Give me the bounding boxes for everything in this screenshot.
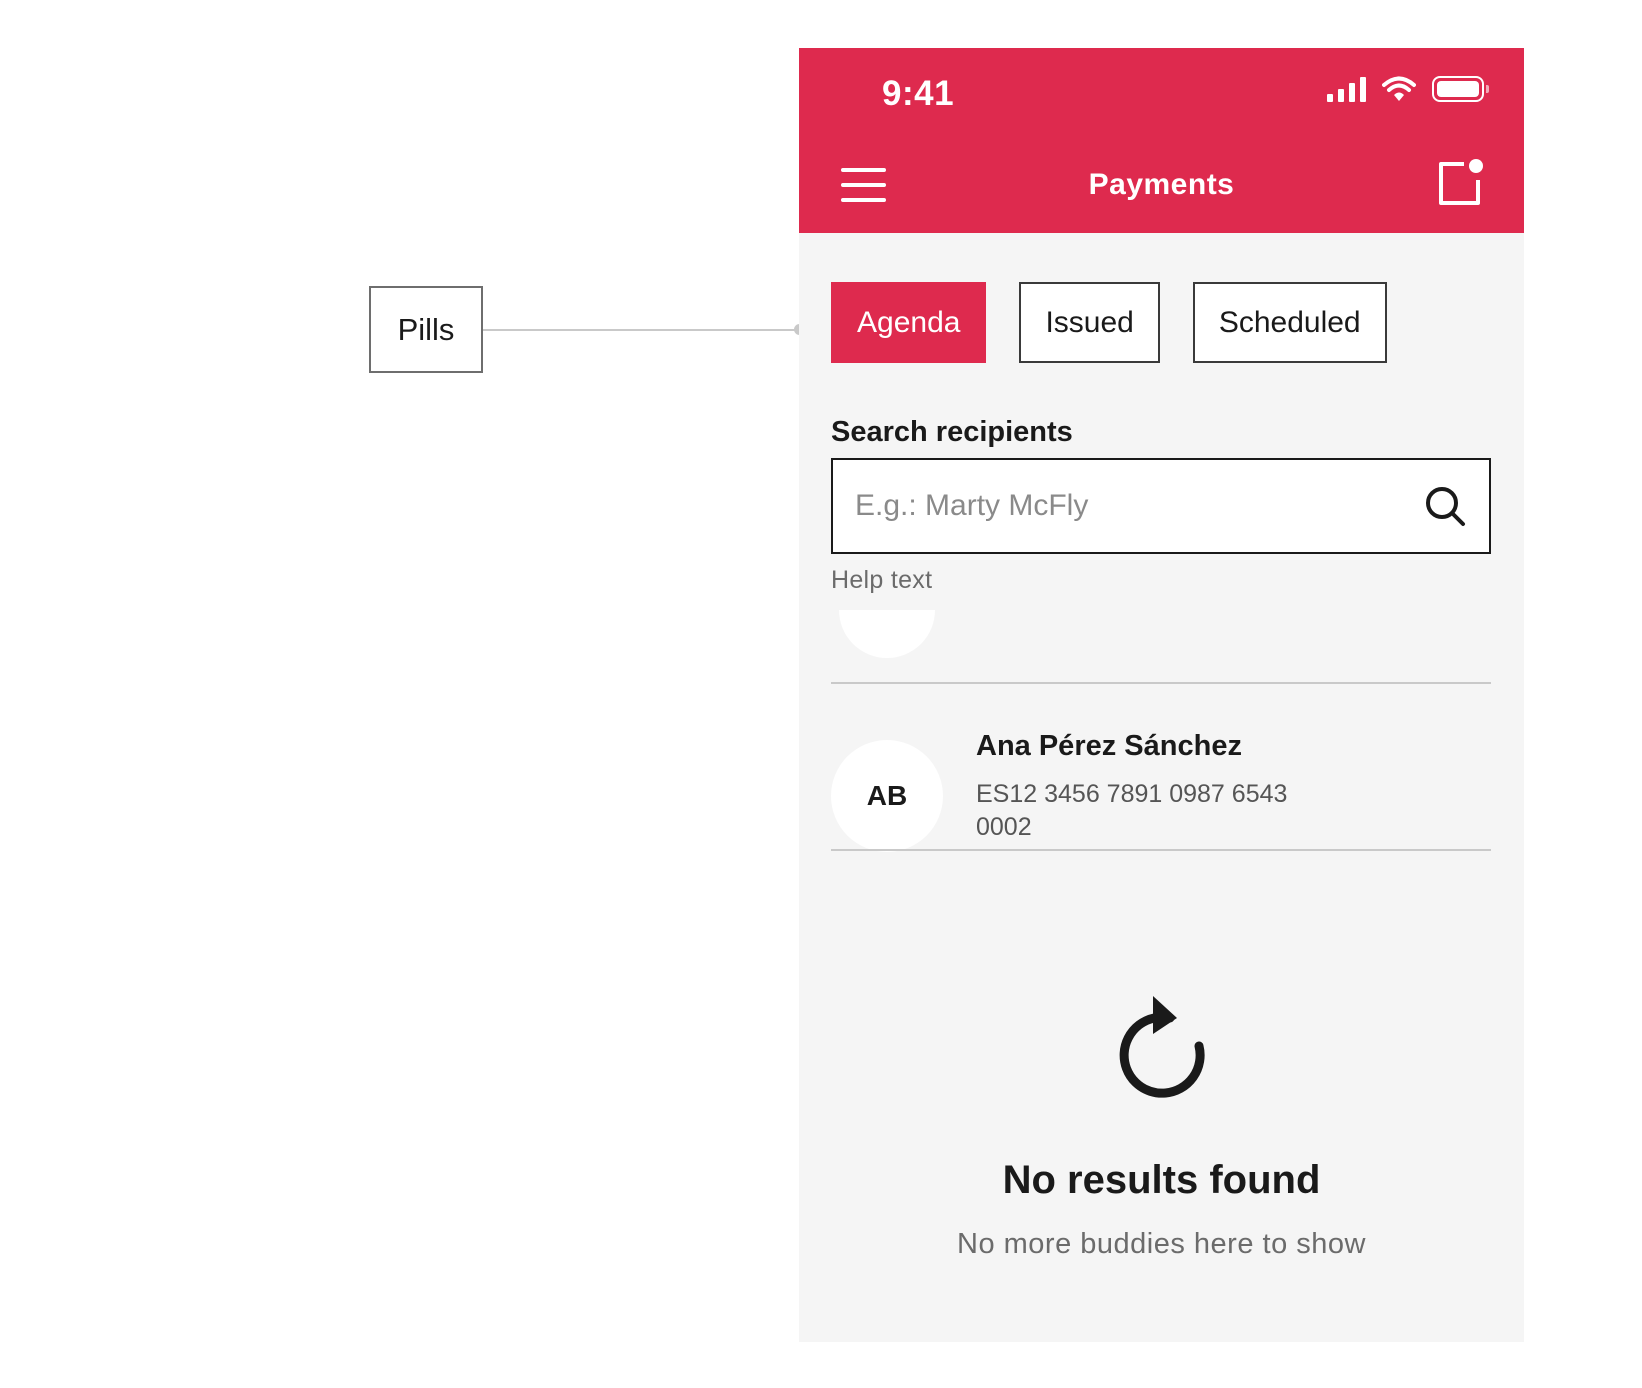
pill-scheduled[interactable]: Scheduled (1192, 282, 1387, 363)
status-icons (1327, 76, 1489, 102)
search-icon[interactable] (1423, 484, 1467, 528)
annotation-label: Pills (397, 311, 455, 347)
empty-state-title: No results found (1002, 1158, 1321, 1202)
search-field (831, 458, 1491, 554)
pill-group: Agenda Issued Scheduled (831, 282, 1387, 363)
notification-icon[interactable] (1436, 158, 1484, 208)
search-help-text: Help text (831, 566, 933, 594)
phone-screen: 9:41 Payments Agenda Issued Scheduled Se… (799, 48, 1524, 1342)
clipped-avatar (839, 610, 935, 658)
pill-issued[interactable]: Issued (1019, 282, 1160, 363)
avatar: AB (831, 740, 943, 852)
search-input[interactable] (855, 489, 1423, 523)
empty-state-subtitle: No more buddies here to show (957, 1228, 1366, 1260)
recipient-name: Ana Pérez Sánchez (976, 730, 1242, 762)
pill-agenda[interactable]: Agenda (831, 282, 987, 363)
battery-icon (1432, 76, 1489, 102)
recipient-iban: ES12 3456 7891 0987 6543 0002 (976, 780, 1288, 841)
top-bar: 9:41 Payments (799, 48, 1524, 233)
list-divider (831, 849, 1491, 851)
page-title: Payments (1088, 168, 1235, 201)
signal-icon (1327, 76, 1366, 102)
list-divider (831, 682, 1491, 684)
empty-state-icon-wrap (799, 988, 1524, 1108)
annotation-label-box: Pills (369, 286, 483, 373)
search-label: Search recipients (831, 416, 1073, 448)
status-time: 9:41 (882, 74, 955, 113)
annotation-connector (483, 329, 798, 331)
list-item[interactable]: AB Ana Pérez Sánchez ES12 3456 7891 0987… (831, 728, 1491, 878)
wifi-icon (1382, 76, 1416, 101)
refresh-icon (1119, 996, 1205, 1098)
